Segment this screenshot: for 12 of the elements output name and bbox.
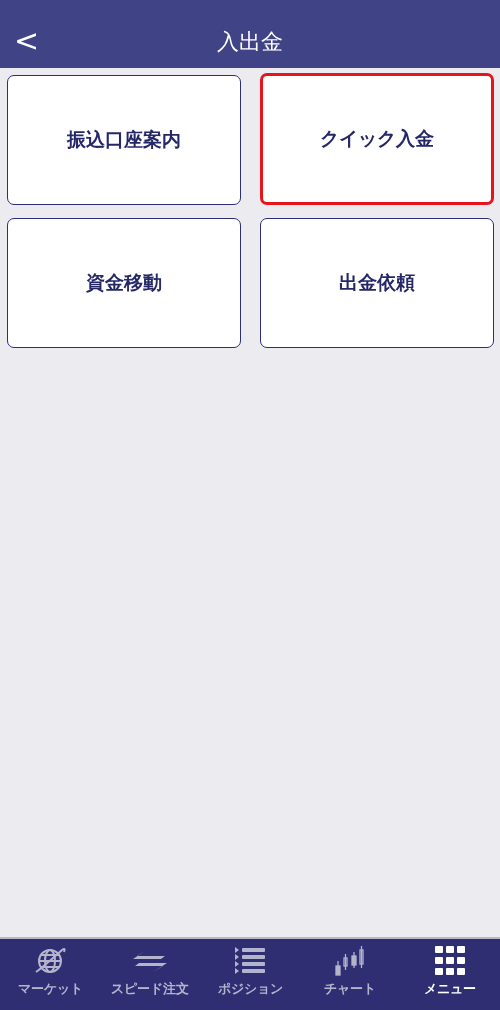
grid-icon	[433, 944, 467, 978]
tab-bar-item[interactable]: マーケット	[0, 939, 100, 1010]
menu-tile[interactable]: 出金依頼	[260, 218, 494, 348]
tab-bar-item[interactable]: ポジション	[200, 939, 300, 1010]
page-title: 入出金	[217, 28, 283, 56]
menu-tile[interactable]: 振込口座案内	[7, 75, 241, 205]
tab-bar-item[interactable]: メニュー	[400, 939, 500, 1010]
menu-tile[interactable]: クイック入金	[260, 73, 494, 205]
tab-bar-item[interactable]: スピード注文	[100, 939, 200, 1010]
tab-bar-item[interactable]: チャート	[300, 939, 400, 1010]
back-button[interactable]: <	[8, 24, 46, 58]
menu-tile[interactable]: 資金移動	[7, 218, 241, 348]
